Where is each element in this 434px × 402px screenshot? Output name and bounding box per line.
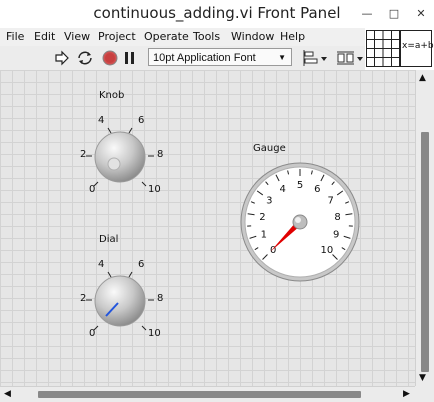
align-objects-icon[interactable] <box>302 49 328 67</box>
chevron-down-icon: ▼ <box>278 53 286 62</box>
scroll-corner <box>415 386 434 402</box>
knob-label: Knob <box>99 90 125 101</box>
vertical-scroll-thumb[interactable] <box>421 132 429 372</box>
dial-tick-4: 4 <box>98 259 105 270</box>
gauge-label: Gauge <box>253 143 286 154</box>
knob-tick-0: 0 <box>89 184 96 195</box>
abort-stop-icon[interactable] <box>101 49 119 67</box>
run-continuously-icon[interactable] <box>76 49 94 67</box>
dial-label: Dial <box>99 234 119 245</box>
knob-tick-2: 2 <box>80 149 87 160</box>
menu-project[interactable]: Project <box>98 29 136 45</box>
menu-help[interactable]: Help <box>280 29 305 45</box>
knob-tick-8: 8 <box>157 149 164 160</box>
gauge-tick-label: 4 <box>280 184 286 195</box>
gauge-face: 01234 5 678910 <box>240 162 360 282</box>
knob-tick-10: 10 <box>148 184 161 195</box>
front-panel: Knob 4 6 2 8 0 10 Dial 4 6 2 8 0 10 Gaug… <box>0 70 415 386</box>
font-selector-value: 10pt Application Font <box>153 52 256 64</box>
knob-tick-6: 6 <box>138 115 145 126</box>
gauge-tick-label: 10 <box>321 245 334 256</box>
scroll-left-icon[interactable]: ◀ <box>4 389 11 399</box>
scroll-up-icon[interactable]: ▲ <box>419 73 426 83</box>
gauge-tick-label: 9 <box>333 230 339 241</box>
run-arrow-icon[interactable] <box>54 49 70 67</box>
pause-icon[interactable] <box>123 49 137 67</box>
gauge-tick-label: 5 <box>297 180 303 191</box>
menu-tools[interactable]: Tools <box>193 29 220 45</box>
gauge-tick-label: 2 <box>259 212 265 223</box>
dial-tick-10: 10 <box>148 328 161 339</box>
menu-operate[interactable]: Operate <box>144 29 189 45</box>
connector-pane: x=a+b <box>365 28 434 70</box>
gauge-hub-highlight <box>295 217 301 223</box>
menu-view[interactable]: View <box>64 29 90 45</box>
dial-tick-6: 6 <box>138 259 145 270</box>
horizontal-scroll-thumb[interactable] <box>38 391 361 398</box>
menu-window[interactable]: Window <box>231 29 274 45</box>
gauge-indicator: 0 1 2 3 4 5 6 7 8 9 10 <box>238 160 362 284</box>
scroll-right-icon[interactable]: ▶ <box>403 389 410 399</box>
menu-bar: File Edit View Project Operate Tools Win… <box>0 28 365 46</box>
horizontal-scrollbar[interactable]: ◀ ▶ <box>0 386 415 402</box>
vi-icon-text: x=a+b <box>402 41 434 51</box>
close-icon[interactable]: ✕ <box>411 5 431 23</box>
distribute-objects-icon[interactable] <box>336 49 364 67</box>
gauge-tick-label: 8 <box>334 212 340 223</box>
gauge-tick-label: 7 <box>328 196 334 207</box>
toolbar: 10pt Application Font ▼ <box>0 46 365 71</box>
font-selector[interactable]: 10pt Application Font ▼ <box>148 48 292 66</box>
dial-tick-2: 2 <box>80 293 87 304</box>
gauge-tick-label: 1 <box>261 230 267 241</box>
dial-tick-8: 8 <box>157 293 164 304</box>
minimize-icon[interactable]: — <box>357 5 377 23</box>
dial-tick-0: 0 <box>89 328 96 339</box>
menu-file[interactable]: File <box>6 29 24 45</box>
vertical-scrollbar[interactable]: ▲ ▼ <box>415 70 434 386</box>
knob-tick-4: 4 <box>98 115 105 126</box>
menu-edit[interactable]: Edit <box>34 29 55 45</box>
maximize-icon[interactable]: □ <box>384 5 404 23</box>
scroll-down-icon[interactable]: ▼ <box>419 373 426 383</box>
title-bar: continuous_adding.vi Front Panel — □ ✕ <box>0 0 434 28</box>
gauge-tick-label: 3 <box>266 196 272 207</box>
gauge-tick-label: 6 <box>314 184 320 195</box>
